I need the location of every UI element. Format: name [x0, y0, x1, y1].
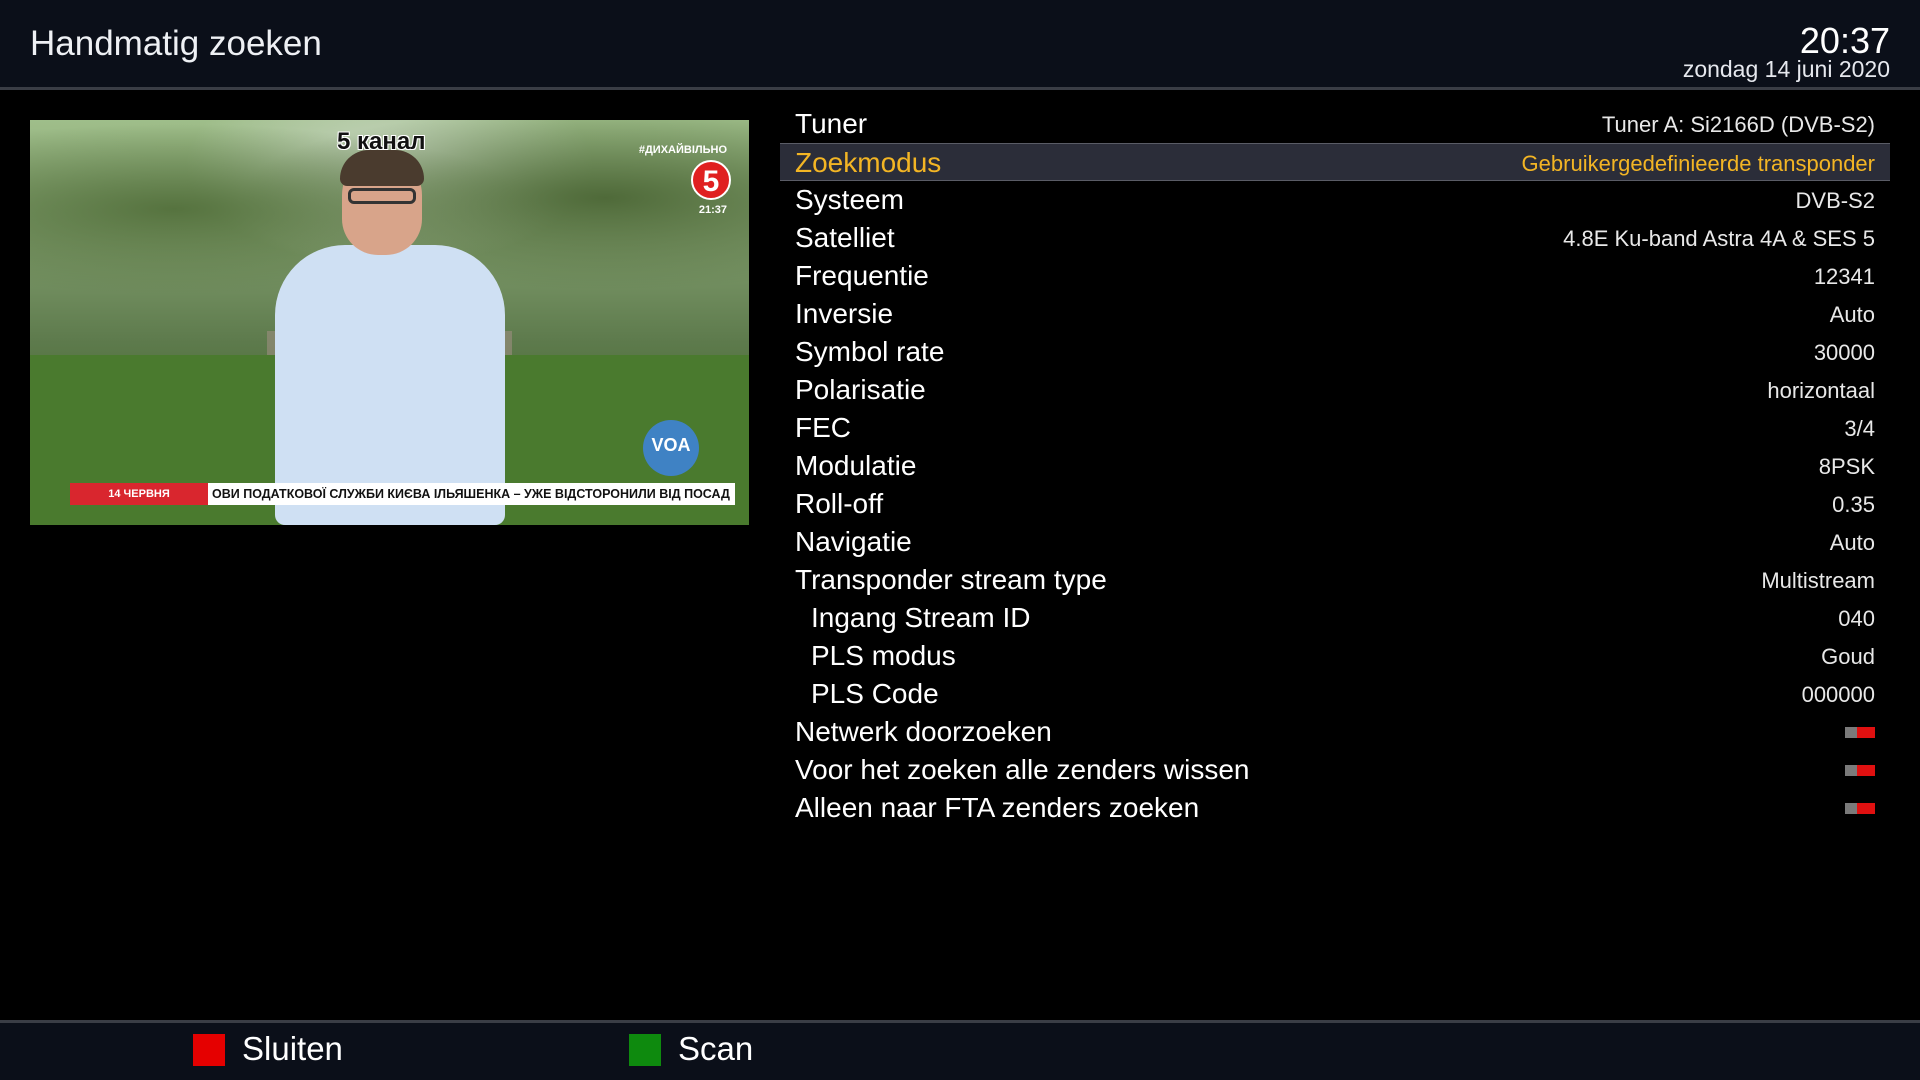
setting-value: 0.35: [1832, 492, 1875, 517]
setting-value: Multistream: [1761, 568, 1875, 593]
setting-value: DVB-S2: [1795, 188, 1875, 213]
scan-button[interactable]: Scan: [678, 1030, 753, 1068]
setting-value: 4.8E Ku-band Astra 4A & SES 5: [1563, 226, 1875, 251]
setting-label: PLS Code: [811, 678, 939, 709]
setting-label: Frequentie: [795, 260, 929, 291]
close-button[interactable]: Sluiten: [242, 1030, 343, 1068]
setting-value: 30000: [1813, 340, 1875, 365]
setting-label: Ingang Stream ID: [811, 602, 1031, 633]
setting-row-zoekmodus[interactable]: Zoekmodus Gebruikergedefinieerde transpo…: [780, 143, 1890, 181]
red-key-icon[interactable]: [193, 1034, 225, 1066]
toggle-off-icon[interactable]: [1845, 803, 1875, 814]
setting-row-fta-only[interactable]: Alleen naar FTA zenders zoeken: [780, 789, 1890, 827]
setting-label: FEC: [795, 412, 851, 443]
voa-logo-icon: VOA: [643, 420, 699, 476]
ticker-text: ОВИ ПОДАТКОВОЇ СЛУЖБИ КИЄВА ІЛЬЯШЕНКА – …: [212, 487, 730, 501]
date: zondag 14 juni 2020: [1682, 56, 1890, 82]
setting-label: Zoekmodus: [795, 147, 942, 178]
setting-value: 040: [1838, 606, 1875, 631]
setting-label: Voor het zoeken alle zenders wissen: [795, 754, 1250, 785]
setting-row-network-search[interactable]: Netwerk doorzoeken: [780, 713, 1890, 751]
setting-row-clear-before-scan[interactable]: Voor het zoeken alle zenders wissen: [780, 751, 1890, 789]
setting-label: Netwerk doorzoeken: [795, 716, 1052, 747]
setting-row-pls-code[interactable]: PLS Code 000000: [780, 675, 1890, 713]
preview-presenter: [245, 140, 535, 525]
setting-label: Roll-off: [795, 488, 884, 519]
setting-value: 000000: [1801, 682, 1875, 707]
setting-row-inversie[interactable]: Inversie Auto: [780, 295, 1890, 333]
setting-row-stream-type[interactable]: Transponder stream type Multistream: [780, 561, 1890, 599]
green-key-icon[interactable]: [629, 1034, 661, 1066]
setting-row-symbol-rate[interactable]: Symbol rate 30000: [780, 333, 1890, 371]
setting-label: Transponder stream type: [795, 564, 1107, 595]
channel-5-logo-icon: 5: [691, 160, 731, 200]
preview-channel-name: 5 канал: [337, 128, 426, 155]
setting-label: PLS modus: [811, 640, 956, 671]
setting-row-roll-off[interactable]: Roll-off 0.35: [780, 485, 1890, 523]
setting-row-fec[interactable]: FEC 3/4: [780, 409, 1890, 447]
setting-row-systeem[interactable]: Systeem DVB-S2: [780, 181, 1890, 219]
header-divider: [0, 87, 1920, 90]
preview-overlay-time: 21:37: [698, 204, 727, 216]
setting-row-polarisatie[interactable]: Polarisatie horizontaal: [780, 371, 1890, 409]
ticker-date: 14 ЧЕРВНЯ: [70, 483, 208, 505]
setting-value: 12341: [1813, 264, 1875, 289]
setting-value: 3/4: [1844, 416, 1875, 441]
setting-value: Goud: [1821, 644, 1875, 669]
setting-value: 8PSK: [1818, 454, 1875, 479]
setting-label: Alleen naar FTA zenders zoeken: [795, 792, 1200, 823]
setting-label: Symbol rate: [795, 336, 945, 367]
preview-news-ticker: 14 ЧЕРВНЯ ОВИ ПОДАТКОВОЇ СЛУЖБИ КИЄВА ІЛ…: [70, 483, 735, 505]
setting-row-pls-mode[interactable]: PLS modus Goud: [780, 637, 1890, 675]
setting-row-satelliet[interactable]: Satelliet 4.8E Ku-band Astra 4A & SES 5: [780, 219, 1890, 257]
setting-row-tuner[interactable]: Tuner Tuner A: Si2166D (DVB-S2): [780, 105, 1890, 143]
tv-preview: 5 канал #ДИХАЙВІЛЬНО 5 21:37 VOA 14 ЧЕРВ…: [30, 120, 749, 525]
setting-value: Auto: [1829, 530, 1875, 555]
setting-label: Tuner: [795, 108, 868, 139]
setting-value: horizontaal: [1767, 378, 1875, 403]
setting-label: Polarisatie: [795, 374, 926, 405]
setting-value: Auto: [1829, 302, 1875, 327]
setting-label: Modulatie: [795, 450, 917, 481]
setting-row-modulatie[interactable]: Modulatie 8PSK: [780, 447, 1890, 485]
setting-label: Inversie: [795, 298, 894, 329]
page-title: Handmatig zoeken: [30, 24, 322, 63]
preview-hashtag: #ДИХАЙВІЛЬНО: [638, 144, 727, 156]
setting-row-input-stream-id[interactable]: Ingang Stream ID 040: [780, 599, 1890, 637]
toggle-off-icon[interactable]: [1845, 765, 1875, 776]
setting-row-navigatie[interactable]: Navigatie Auto: [780, 523, 1890, 561]
toggle-off-icon[interactable]: [1845, 727, 1875, 738]
settings-list: Tuner Tuner A: Si2166D (DVB-S2) Zoekmodu…: [780, 105, 1890, 827]
presenter-glasses: [348, 188, 416, 204]
setting-row-frequentie[interactable]: Frequentie 12341: [780, 257, 1890, 295]
setting-value: Gebruikergedefinieerde transponder: [1521, 151, 1875, 176]
setting-label: Satelliet: [795, 222, 895, 253]
setting-label: Navigatie: [795, 526, 912, 557]
setting-value: Tuner A: Si2166D (DVB-S2): [1601, 112, 1875, 137]
setting-label: Systeem: [795, 184, 904, 215]
